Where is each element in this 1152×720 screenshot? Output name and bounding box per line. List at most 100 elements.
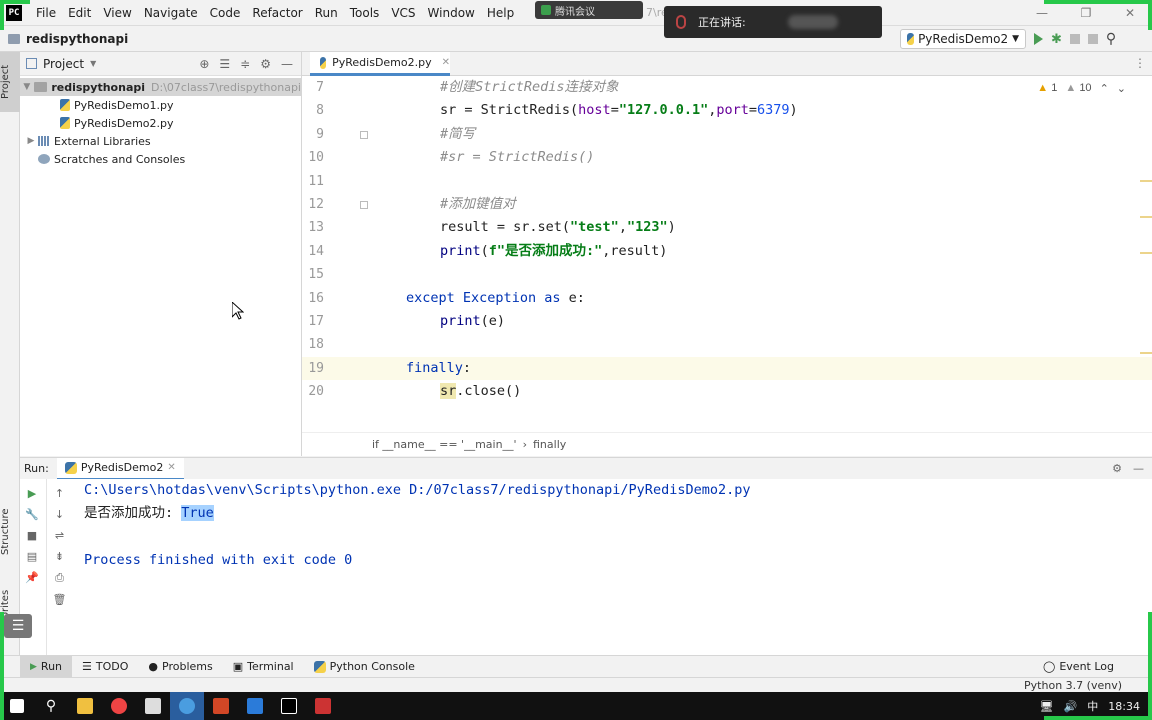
search-icon[interactable]: ⚲ — [34, 692, 68, 720]
hide-icon[interactable]: — — [1133, 462, 1144, 475]
up-arrow-icon[interactable]: ↑ — [55, 487, 64, 500]
run-icon[interactable] — [1034, 33, 1043, 45]
ime-indicator[interactable]: 中 — [1087, 698, 1098, 714]
menu-refactor[interactable]: Refactor — [246, 0, 308, 26]
menu-file[interactable]: File — [30, 0, 62, 26]
python-interpreter-status[interactable]: Python 3.7 (venv) — [1024, 679, 1122, 692]
tool-tab-problems[interactable]: ● Problems — [138, 656, 222, 678]
system-tray: 🖥 🔊 中 18:34 — [1040, 698, 1152, 714]
tool-tab-event-log[interactable]: ◯ Event Log — [1033, 656, 1124, 678]
line-number: 13 — [308, 220, 324, 236]
notepad-icon[interactable] — [136, 692, 170, 720]
tool-tab-todo[interactable]: ☰ TODO — [72, 656, 138, 678]
pin-icon[interactable]: 📌 — [25, 571, 39, 584]
powerpoint-icon[interactable] — [204, 692, 238, 720]
menu-help[interactable]: Help — [481, 0, 520, 26]
more-icon[interactable]: ⋮ — [1134, 56, 1146, 70]
code-editor[interactable]: ▲ 1 ▲ 10 ⌃ ⌄ 7 #创建StrictRedis连接对象 8 sr =… — [302, 76, 1152, 432]
collapse-all-icon[interactable]: ≑ — [240, 57, 250, 71]
console-blank — [84, 526, 750, 549]
gear-icon[interactable]: ⚙ — [1112, 462, 1122, 475]
tool-tab-run[interactable]: ▶ Run — [20, 655, 73, 678]
wrench-icon[interactable]: 🔧 — [25, 508, 39, 521]
menu-run[interactable]: Run — [309, 0, 344, 26]
menu-window[interactable]: Window — [422, 0, 481, 26]
expand-all-icon[interactable]: ☰ — [219, 57, 230, 71]
stop-icon[interactable]: ■ — [27, 529, 37, 542]
clock[interactable]: 18:34 — [1108, 700, 1140, 713]
project-view-icon — [26, 58, 37, 69]
locate-icon[interactable]: ⊕ — [199, 57, 209, 71]
meeting-label: 腾讯会议 — [555, 6, 595, 18]
code-line: 12 #添加键值对 — [302, 193, 1152, 216]
pycharm-icon[interactable] — [272, 692, 306, 720]
breadcrumb-item[interactable]: if __name__ == '__main__' — [372, 438, 517, 451]
run-tab[interactable]: PyRedisDemo2 ✕ — [56, 457, 184, 480]
code-text: #sr = StrictRedis() — [440, 149, 595, 166]
meeting-indicator[interactable]: 腾讯会议 — [535, 1, 643, 19]
windows-start-icon[interactable] — [0, 692, 34, 720]
menu-icon[interactable]: ☰ — [4, 614, 32, 638]
tool-tab-python-console[interactable]: Python Console — [304, 656, 425, 678]
stop-icon[interactable] — [1087, 34, 1098, 44]
folder-icon — [33, 82, 48, 92]
soft-wrap-icon[interactable]: ⇌ — [55, 529, 64, 542]
hide-icon[interactable]: — — [281, 57, 293, 71]
code-line: 16 except Exception as e: — [302, 287, 1152, 310]
debug-icon[interactable]: ✱ — [1051, 32, 1062, 47]
chevron-down-icon[interactable]: ▼ — [90, 59, 96, 68]
project-tool-tab[interactable]: Project — [0, 52, 20, 112]
speaker-name-blurred — [787, 15, 838, 29]
redis-icon[interactable] — [306, 692, 340, 720]
menu-code[interactable]: Code — [204, 0, 247, 26]
tool-tab-terminal[interactable]: ▣ Terminal — [223, 656, 304, 678]
app-icon[interactable] — [170, 692, 204, 720]
scratches-label: Scratches and Consoles — [54, 152, 186, 166]
down-arrow-icon[interactable]: ↓ — [55, 508, 64, 521]
menu-vcs[interactable]: VCS — [385, 0, 421, 26]
editor-tab-pyredisdemo2[interactable]: PyRedisDemo2.py ✕ — [310, 52, 450, 76]
network-icon[interactable]: 🖥 — [1040, 700, 1054, 713]
structure-tool-tab[interactable]: Structure — [0, 502, 20, 562]
menu-tools[interactable]: Tools — [344, 0, 386, 26]
status-bar: Python 3.7 (venv) — [0, 677, 1152, 692]
tool-tab-label: Terminal — [247, 660, 294, 673]
scroll-end-icon[interactable]: ⇟ — [55, 550, 64, 563]
fold-marker-icon[interactable] — [360, 201, 368, 209]
coverage-icon[interactable] — [1069, 34, 1080, 44]
editor-scroll-markers[interactable] — [1140, 76, 1152, 432]
volume-icon[interactable]: 🔊 — [1064, 700, 1078, 713]
tree-external-libraries[interactable]: ▶ External Libraries — [20, 132, 301, 150]
tree-file-label: PyRedisDemo1.py — [74, 98, 174, 112]
tree-file[interactable]: PyRedisDemo2.py — [20, 114, 301, 132]
layout-icon[interactable]: ▤ — [27, 550, 37, 563]
file-explorer-icon[interactable] — [68, 692, 102, 720]
tree-file[interactable]: PyRedisDemo1.py — [20, 96, 301, 114]
code-line-current: 19 finally: — [302, 356, 1152, 381]
run-configuration-select[interactable]: PyRedisDemo2 ▼ — [900, 29, 1026, 49]
gear-icon[interactable]: ⚙ — [260, 57, 271, 71]
search-icon[interactable]: ⚲ — [1106, 31, 1116, 47]
nav-project-name[interactable]: redispythonapi — [26, 32, 128, 46]
close-tab-icon[interactable]: ✕ — [167, 462, 175, 473]
fold-marker-icon[interactable] — [360, 130, 368, 139]
run-panel-label: Run: — [24, 462, 49, 475]
menu-edit[interactable]: Edit — [62, 0, 97, 26]
code-line: 8 sr = StrictRedis(host="127.0.0.1",port… — [302, 99, 1152, 122]
rerun-icon[interactable]: ▶ — [28, 487, 36, 500]
tree-scratches[interactable]: Scratches and Consoles — [20, 150, 301, 168]
console-output[interactable]: C:\Users\hotdas\venv\Scripts\python.exe … — [84, 479, 750, 573]
close-tab-icon[interactable]: ✕ — [442, 57, 450, 68]
print-icon[interactable]: ⎙ — [55, 571, 64, 585]
run-panel-header: Run: PyRedisDemo2 ✕ ⚙ — — [20, 457, 1152, 480]
menu-bar: PC File Edit View Navigate Code Refactor… — [0, 0, 1152, 26]
menu-navigate[interactable]: Navigate — [138, 0, 204, 26]
meeting-app-icon[interactable] — [238, 692, 272, 720]
trash-icon[interactable]: 🗑 — [53, 593, 67, 606]
breadcrumb-item[interactable]: finally — [533, 438, 566, 451]
tree-root-project[interactable]: ▼ redispythonapi D:\07class7\redispython… — [20, 78, 301, 96]
list-icon: ☰ — [82, 660, 92, 673]
chrome-icon[interactable] — [102, 692, 136, 720]
project-panel-title[interactable]: Project — [43, 57, 84, 71]
menu-view[interactable]: View — [97, 0, 137, 26]
